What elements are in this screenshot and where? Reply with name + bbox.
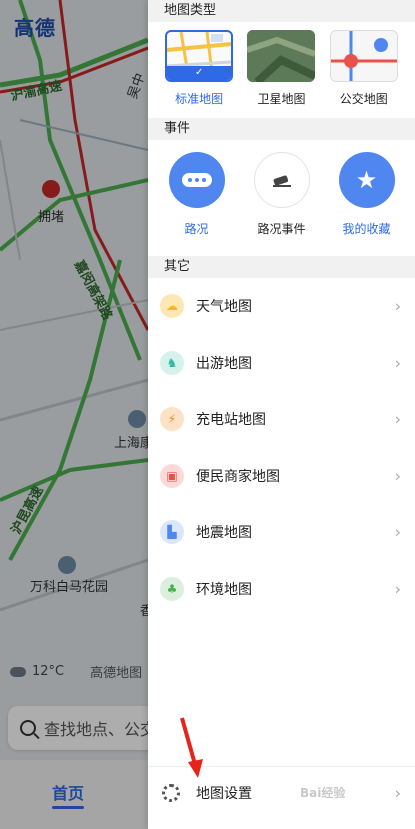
event-list: 路况 路况事件 ★ 我的收藏 — [148, 140, 415, 256]
layers-panel: 地图类型 ✓ 标准地图 卫星地图 公交地图 事件 路况 路况事件 ★ 我的收藏 … — [148, 0, 415, 829]
list-item-environment-map[interactable]: ♣ 环境地图 › — [148, 561, 415, 618]
list-item-travel-map[interactable]: ♞ 出游地图 › — [148, 335, 415, 392]
map-type-list: ✓ 标准地图 卫星地图 公交地图 — [148, 22, 415, 118]
map-type-label: 卫星地图 — [257, 92, 306, 106]
chevron-right-icon: › — [394, 522, 401, 542]
list-item-earthquake-map[interactable]: ▙ 地震地图 › — [148, 504, 415, 561]
red-arrow-annotation-icon — [180, 717, 203, 778]
map-settings-label: 地图设置 — [196, 785, 252, 802]
chevron-right-icon: › — [394, 296, 401, 316]
map-type-satellite[interactable]: 卫星地图 — [246, 30, 316, 118]
event-traffic-incidents[interactable]: 路况事件 — [242, 152, 322, 256]
standard-map-thumbnail: ✓ — [165, 30, 234, 82]
other-map-list: ☁ 天气地图 › ♞ 出游地图 › ⚡ 充电站地图 › ▣ 便民商家地图 › ▙… — [148, 278, 415, 617]
event-label: 路况事件 — [257, 222, 306, 236]
list-item-label: 出游地图 — [196, 355, 252, 372]
gear-icon — [162, 783, 180, 802]
shop-icon: ▣ — [160, 463, 184, 488]
event-label: 路况 — [184, 222, 209, 236]
list-item-label: 便民商家地图 — [196, 468, 280, 485]
satellite-map-thumbnail — [247, 30, 316, 82]
section-header-events: 事件 — [148, 118, 415, 140]
map-type-label: 公交地图 — [339, 92, 388, 106]
charging-icon: ⚡ — [160, 407, 184, 432]
list-item-weather-map[interactable]: ☁ 天气地图 › — [148, 278, 415, 335]
list-item-label: 天气地图 — [196, 299, 252, 316]
star-icon: ★ — [338, 152, 395, 208]
horse-icon: ♞ — [160, 350, 184, 375]
tree-icon: ♣ — [160, 576, 184, 601]
section-header-other: 其它 — [148, 256, 415, 278]
chevron-right-icon: › — [394, 466, 401, 486]
map-type-standard[interactable]: ✓ 标准地图 — [164, 30, 234, 118]
chevron-right-icon: › — [394, 579, 401, 599]
check-icon: ✓ — [167, 66, 232, 80]
dim-overlay[interactable] — [0, 0, 148, 829]
weather-icon: ☁ — [160, 294, 184, 319]
event-favorites[interactable]: ★ 我的收藏 — [327, 152, 407, 256]
event-label: 我的收藏 — [342, 222, 391, 236]
event-traffic[interactable]: 路况 — [157, 152, 237, 256]
traffic-dots-icon — [168, 152, 225, 208]
chevron-right-icon: › — [394, 409, 401, 429]
list-item-charging-map[interactable]: ⚡ 充电站地图 › — [148, 391, 415, 448]
car-accident-icon — [253, 152, 310, 208]
list-item-label: 充电站地图 — [196, 412, 266, 429]
map-type-label: 标准地图 — [175, 92, 224, 106]
transit-map-thumbnail — [329, 30, 398, 82]
list-item-shop-map[interactable]: ▣ 便民商家地图 › — [148, 448, 415, 505]
chevron-right-icon: › — [394, 353, 401, 373]
list-item-label: 地震地图 — [196, 525, 252, 542]
map-type-transit[interactable]: 公交地图 — [329, 30, 399, 118]
list-item-label: 环境地图 — [196, 581, 252, 598]
watermark: Bai经验 — [300, 786, 346, 800]
section-header-map-type: 地图类型 — [148, 0, 415, 22]
chevron-right-icon: › — [394, 783, 401, 802]
earthquake-icon: ▙ — [160, 520, 184, 545]
